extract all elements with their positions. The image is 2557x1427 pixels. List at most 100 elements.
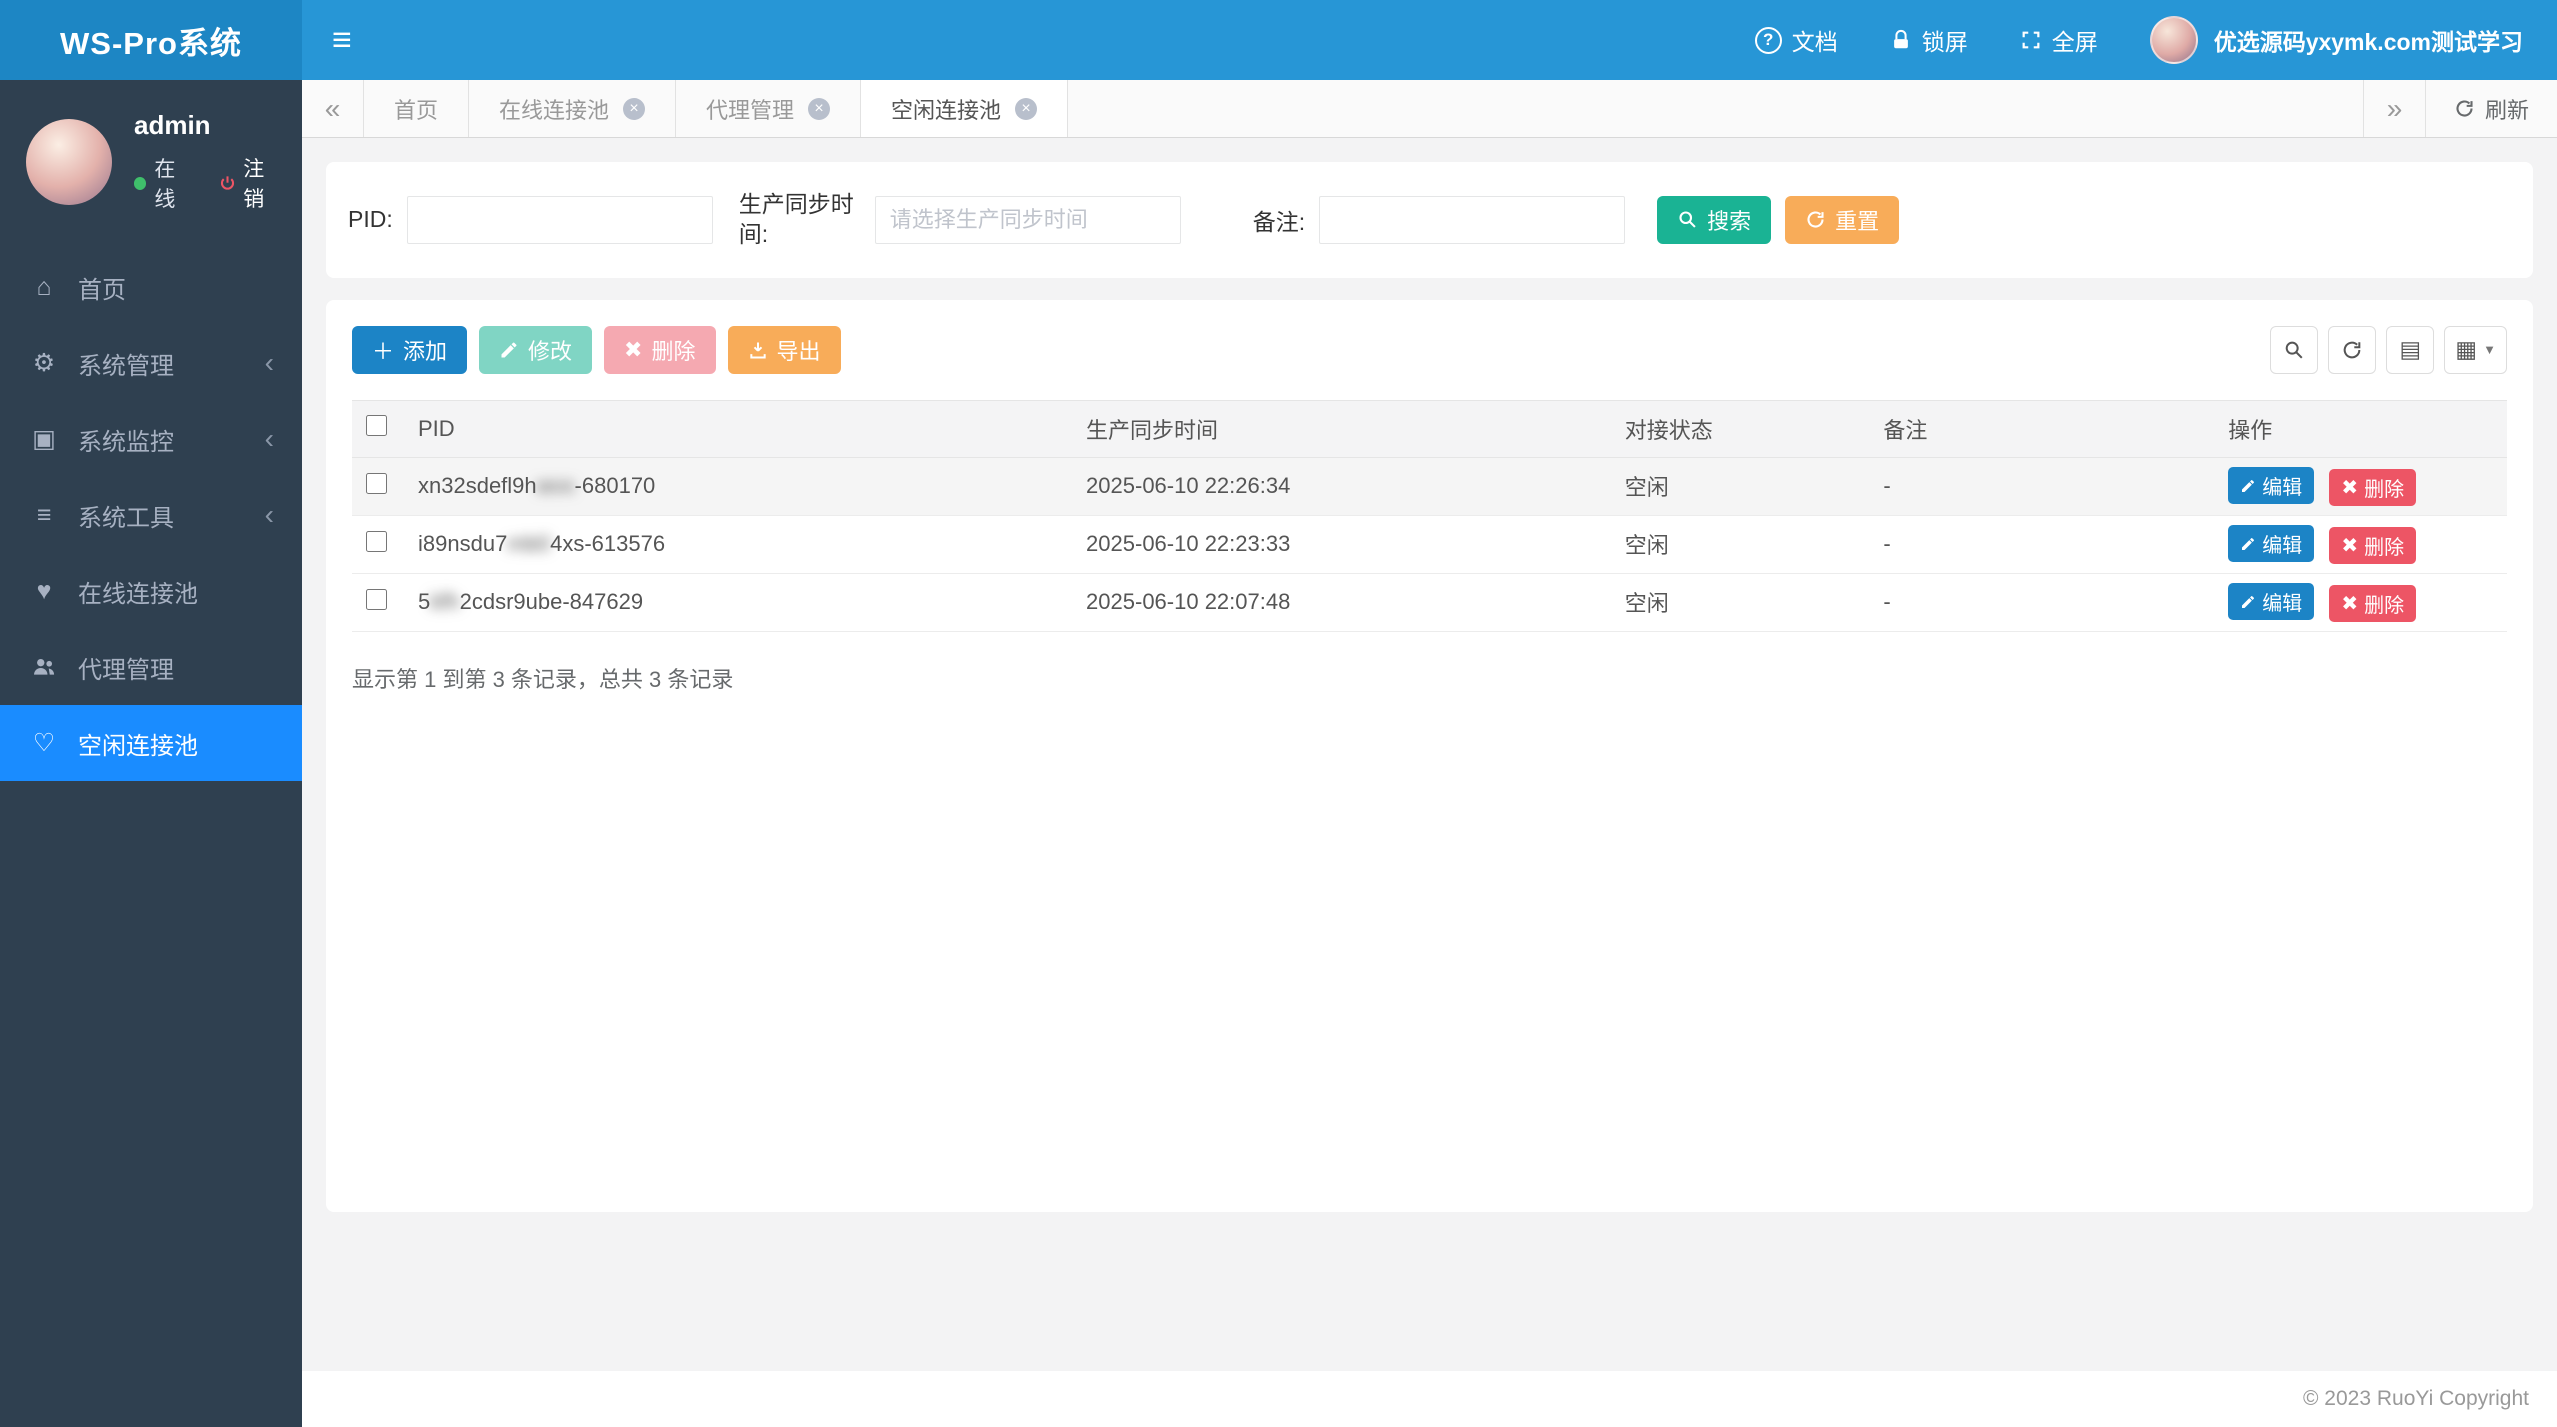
row-edit-button[interactable]: 编辑: [2228, 583, 2314, 620]
x-icon: ✖: [2341, 591, 2358, 616]
fullscreen-label: 全屏: [2052, 23, 2098, 57]
fullscreen-button[interactable]: 全屏: [2020, 23, 2098, 57]
row-delete-button[interactable]: ✖ 删除: [2329, 527, 2416, 564]
tab-proxy-management[interactable]: 代理管理 ×: [676, 80, 861, 137]
actions-cell: 编辑 ✖ 删除: [2214, 573, 2507, 631]
select-all-checkbox[interactable]: [366, 415, 387, 436]
row-delete-button[interactable]: ✖ 删除: [2329, 469, 2416, 506]
sidebar-user-panel: admin 在线 注销: [0, 80, 302, 243]
docs-link[interactable]: ? 文档: [1755, 23, 1838, 57]
pid-input[interactable]: [407, 196, 713, 244]
tab-online-pool[interactable]: 在线连接池 ×: [469, 80, 676, 137]
table-header-row: PID 生产同步时间 对接状态 备注 操作: [352, 400, 2507, 457]
row-checkbox[interactable]: [366, 589, 387, 610]
sync-time-cell: 2025-06-10 22:23:33: [1072, 515, 1611, 573]
refresh-icon: [1805, 209, 1826, 230]
search-button[interactable]: 搜索: [1657, 196, 1771, 244]
col-status: 对接状态: [1611, 400, 1870, 457]
grid-toolbar-right: ▤ ▦ ▼: [2270, 326, 2507, 374]
download-icon: [748, 340, 768, 360]
pencil-icon: [2240, 536, 2256, 552]
gear-icon: ⚙: [28, 348, 60, 378]
sidebar-user-name: admin: [134, 110, 282, 141]
masked-text: wvx: [537, 473, 575, 498]
fullscreen-icon: [2020, 29, 2042, 51]
x-icon: ✖: [2341, 475, 2358, 500]
data-table: PID 生产同步时间 对接状态 备注 操作 xn32sdefl9hwvx-680…: [352, 400, 2507, 632]
caret-down-icon: ▼: [2483, 342, 2496, 357]
delete-button[interactable]: ✖ 删除: [604, 326, 715, 374]
reset-button[interactable]: 重置: [1785, 196, 1899, 244]
row-checkbox[interactable]: [366, 531, 387, 552]
monitor-icon: ▣: [28, 424, 60, 454]
masked-text: kfh: [430, 589, 459, 614]
sidebar: admin 在线 注销 ⌂ 首页 ⚙ 系统管理 ‹ ▣: [0, 80, 302, 1427]
row-edit-button[interactable]: 编辑: [2228, 525, 2314, 562]
logout-link[interactable]: 注销: [218, 153, 282, 213]
sidebar-toggle-button[interactable]: ≡: [302, 0, 382, 80]
refresh-icon: [2341, 339, 2363, 361]
sidebar-item-idle-pool[interactable]: ♡ 空闲连接池: [0, 705, 302, 781]
export-button[interactable]: 导出: [728, 326, 841, 374]
refresh-icon: [2454, 98, 2475, 119]
sidebar-item-system-management[interactable]: ⚙ 系统管理 ‹: [0, 325, 302, 401]
table-refresh-button[interactable]: [2328, 326, 2376, 374]
heart-icon: ♥: [28, 577, 60, 606]
question-circle-icon: ?: [1755, 27, 1782, 54]
table-row: i89nsdu7mb04xs-613576 2025-06-10 22:23:3…: [352, 515, 2507, 573]
remark-cell: -: [1869, 515, 2214, 573]
sidebar-menu: ⌂ 首页 ⚙ 系统管理 ‹ ▣ 系统监控 ‹ ≡ 系统工具 ‹ ♥ 在线连接池 …: [0, 249, 302, 781]
lock-screen-button[interactable]: 锁屏: [1890, 23, 1968, 57]
row-delete-button[interactable]: ✖ 删除: [2329, 585, 2416, 622]
docs-label: 文档: [1792, 23, 1838, 57]
columns-button[interactable]: ▦ ▼: [2444, 326, 2507, 374]
table-search-button[interactable]: [2270, 326, 2318, 374]
tabs-scroll-left-button[interactable]: «: [302, 80, 364, 137]
sidebar-item-system-tools[interactable]: ≡ 系统工具 ‹: [0, 477, 302, 553]
pid-cell: xn32sdefl9hwvx-680170: [404, 457, 1072, 515]
remark-input[interactable]: [1319, 196, 1625, 244]
filter-panel: PID: 生产同步时间: 备注: 搜索 重置: [326, 162, 2533, 278]
sidebar-item-system-monitor[interactable]: ▣ 系统监控 ‹: [0, 401, 302, 477]
search-icon: [1677, 209, 1698, 230]
tab-bar: « 首页 在线连接池 × 代理管理 × 空闲连接池 × » 刷新: [302, 80, 2557, 138]
pagination-summary: 显示第 1 到第 3 条记录，总共 3 条记录: [352, 662, 2507, 694]
tab-refresh-button[interactable]: 刷新: [2425, 80, 2557, 137]
sidebar-item-proxy-management[interactable]: 代理管理: [0, 629, 302, 705]
header-menu: ? 文档 锁屏 全屏 优选源码yxymk.com测试学习: [1755, 0, 2557, 80]
masked-text: mb0: [507, 531, 550, 556]
pencil-icon: [499, 340, 519, 360]
add-button[interactable]: ＋ 添加: [352, 326, 467, 374]
refresh-label: 刷新: [2485, 93, 2529, 125]
actions-cell: 编辑 ✖ 删除: [2214, 515, 2507, 573]
online-status-label: 在线: [154, 153, 194, 213]
sync-time-cell: 2025-06-10 22:07:48: [1072, 573, 1611, 631]
sync-time-label: 生产同步时间:: [739, 190, 861, 250]
x-icon: ✖: [624, 337, 642, 363]
row-edit-button[interactable]: 编辑: [2228, 467, 2314, 504]
sync-time-cell: 2025-06-10 22:26:34: [1072, 457, 1611, 515]
search-icon: [2283, 339, 2305, 361]
tab-idle-pool[interactable]: 空闲连接池 ×: [861, 80, 1068, 137]
user-dropdown[interactable]: 优选源码yxymk.com测试学习: [2150, 16, 2523, 64]
table-row: 5kfh2cdsr9ube-847629 2025-06-10 22:07:48…: [352, 573, 2507, 631]
row-checkbox[interactable]: [366, 473, 387, 494]
app-logo: WS-Pro系统: [0, 0, 302, 80]
close-icon[interactable]: ×: [1015, 98, 1037, 120]
close-icon[interactable]: ×: [623, 98, 645, 120]
plus-icon: ＋: [372, 334, 394, 366]
pid-cell: 5kfh2cdsr9ube-847629: [404, 573, 1072, 631]
sidebar-item-online-pool[interactable]: ♥ 在线连接池: [0, 553, 302, 629]
table-view-button[interactable]: ▤: [2386, 326, 2434, 374]
close-icon[interactable]: ×: [808, 98, 830, 120]
tabs-scroll-right-button[interactable]: »: [2363, 80, 2425, 137]
top-header: WS-Pro系统 ≡ ? 文档 锁屏 全屏 优选源码yxymk.com测试学习: [0, 0, 2557, 80]
modify-button[interactable]: 修改: [479, 326, 592, 374]
sidebar-item-home[interactable]: ⌂ 首页: [0, 249, 302, 325]
sync-time-input[interactable]: [875, 196, 1181, 244]
col-actions: 操作: [2214, 400, 2507, 457]
tab-home[interactable]: 首页: [364, 80, 469, 137]
remark-cell: -: [1869, 457, 2214, 515]
main-area: « 首页 在线连接池 × 代理管理 × 空闲连接池 × » 刷新: [302, 80, 2557, 1427]
columns-grid-icon: ▦: [2455, 336, 2477, 363]
